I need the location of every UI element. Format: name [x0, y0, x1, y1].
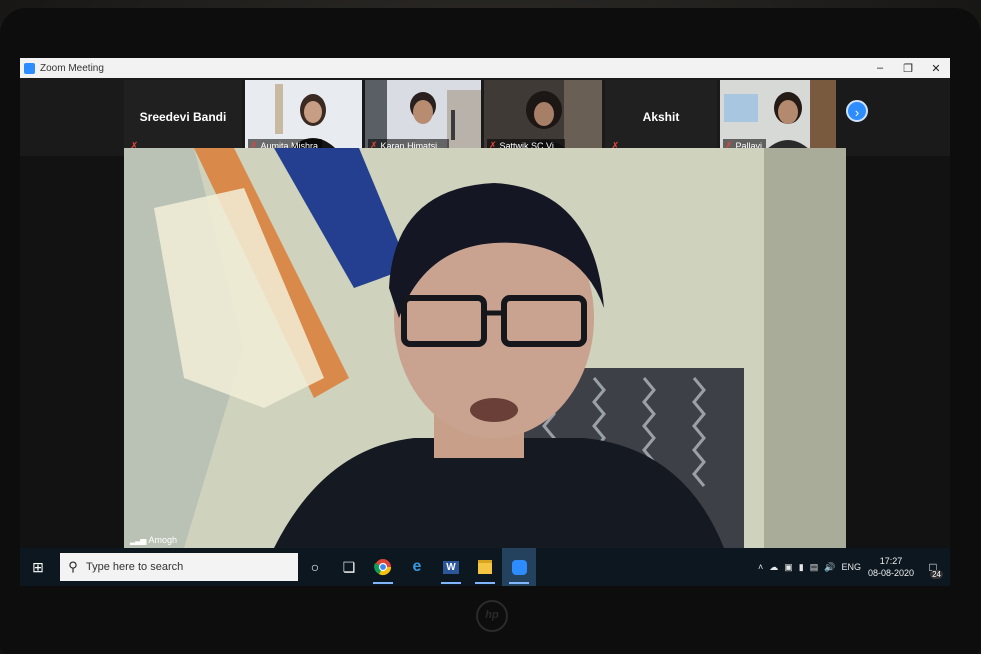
system-tray: ˄ ☁ ▣ ▮ ▤ 🔊 ENG 17:27 08-08-2020 □ 24 [755, 555, 950, 579]
hp-logo: hp [476, 600, 508, 632]
title-bar: Zoom Meeting – ❐ ✕ [20, 58, 950, 78]
next-page-icon[interactable]: › [846, 100, 868, 122]
zoom-icon[interactable] [502, 548, 536, 586]
camera-icon[interactable]: ▣ [784, 562, 793, 573]
task-view-icon[interactable]: ❏ [332, 548, 366, 586]
file-explorer-icon[interactable] [468, 548, 502, 586]
chevron-up-icon[interactable]: ˄ [758, 562, 763, 572]
clock-time: 17:27 [879, 556, 903, 566]
search-icon: ⚲ [68, 559, 78, 574]
active-speaker-video: ▂▃▅ Amogh [124, 148, 846, 548]
wifi-icon[interactable]: ▤ [810, 562, 819, 573]
cloud-icon[interactable]: ☁ [769, 562, 778, 573]
taskbar-search-box[interactable]: ⚲ Type here to search [60, 553, 298, 581]
word-icon[interactable]: W [434, 548, 468, 586]
participant-tile[interactable]: ✗ Karan Himatsi... [365, 80, 481, 154]
notification-count: 24 [930, 570, 943, 579]
screen: Zoom Meeting – ❐ ✕ Sreedevi Bandi ✗ ✗ Au… [20, 58, 950, 586]
participant-name: Sreedevi Bandi [139, 110, 227, 124]
zoom-icon [24, 62, 35, 74]
participant-tile[interactable]: Akshit ✗ [605, 80, 717, 154]
chrome-icon[interactable] [366, 548, 400, 586]
taskbar: ⊞ ⚲ Type here to search ○ ❏ e W ˄ ☁ ▣ ▮ … [20, 548, 950, 586]
clock-date: 08-08-2020 [867, 568, 914, 578]
minimize-button[interactable]: – [866, 62, 894, 75]
edge-icon[interactable]: e [400, 548, 434, 586]
participant-tile[interactable]: ✗ Aumita Mishra [245, 80, 362, 154]
participant-name: Akshit [642, 110, 680, 124]
notification-icon[interactable]: □ 24 [922, 560, 944, 579]
speaker-video-frame [124, 148, 846, 548]
search-placeholder: Type here to search [86, 561, 184, 573]
window-title: Zoom Meeting [40, 62, 104, 74]
close-button[interactable]: ✕ [922, 62, 950, 75]
signal-icon: ▂▃▅ [130, 535, 147, 545]
speaker-label: ▂▃▅ Amogh [130, 535, 177, 545]
participant-tile[interactable]: ✗ Pallavi [720, 80, 836, 154]
laptop-bezel: Zoom Meeting – ❐ ✕ Sreedevi Bandi ✗ ✗ Au… [0, 8, 981, 654]
battery-icon[interactable]: ▮ [799, 562, 804, 573]
participant-tile[interactable]: ✗ Sattwik SC Vi... [484, 80, 602, 154]
maximize-button[interactable]: ❐ [894, 62, 922, 75]
language-indicator[interactable]: ENG [841, 562, 861, 572]
volume-icon[interactable]: 🔊 [824, 562, 835, 573]
participant-strip: Sreedevi Bandi ✗ ✗ Aumita Mishra ✗ Karan… [20, 78, 950, 156]
clock[interactable]: 17:27 08-08-2020 [868, 555, 914, 579]
participant-tile[interactable]: Sreedevi Bandi ✗ [124, 80, 242, 154]
windows-icon[interactable]: ⊞ [20, 559, 56, 576]
cortana-icon[interactable]: ○ [298, 548, 332, 586]
